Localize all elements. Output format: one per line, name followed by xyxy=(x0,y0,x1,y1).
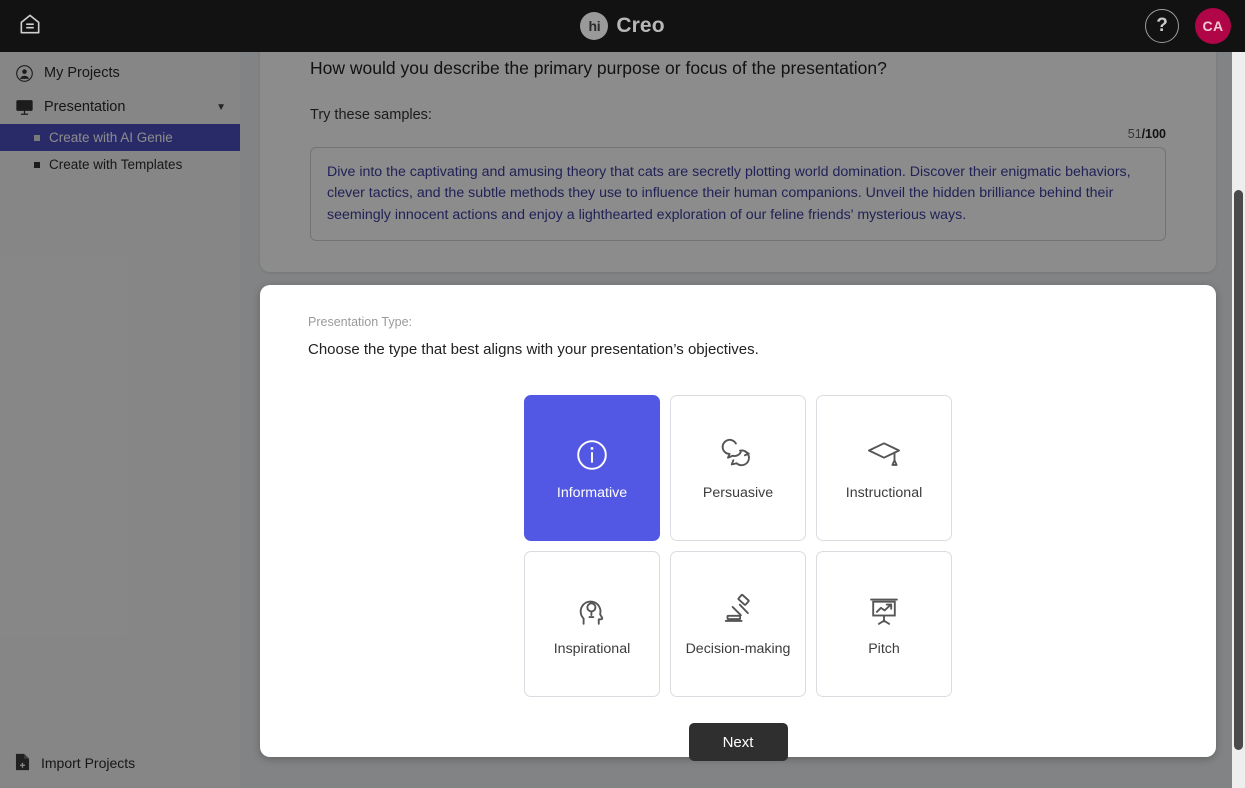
sidebar-item-label: Presentation xyxy=(44,99,126,115)
sample-text-box[interactable]: Dive into the captivating and amusing th… xyxy=(310,147,1166,241)
sidebar-item-presentation[interactable]: Presentation ▼ xyxy=(0,90,240,124)
type-option-persuasive[interactable]: Persuasive xyxy=(670,395,806,541)
type-option-label: Inspirational xyxy=(553,641,631,657)
brand-name: Creo xyxy=(616,14,665,37)
type-option-instructional[interactable]: Instructional xyxy=(816,395,952,541)
file-plus-icon xyxy=(14,753,31,774)
prompt-card: How would you describe the primary purpo… xyxy=(260,52,1216,272)
try-samples-label: Try these samples: xyxy=(310,107,432,123)
presentation-type-grid: Informative Persuasive Instructional Ins… xyxy=(308,395,1168,697)
import-projects-label: Import Projects xyxy=(41,755,136,771)
type-option-label: Decision-making xyxy=(685,641,791,657)
type-option-label: Persuasive xyxy=(702,485,774,501)
gavel-icon xyxy=(718,591,758,631)
graduation-cap-icon xyxy=(864,435,904,475)
type-option-inspirational[interactable]: Inspirational xyxy=(524,551,660,697)
character-counter: 51/100 xyxy=(310,127,1166,141)
sidebar-subitem-label: Create with Templates xyxy=(49,157,183,172)
sidebar-subitem-label: Create with AI Genie xyxy=(49,130,173,145)
head-lightbulb-icon xyxy=(572,591,612,631)
home-icon xyxy=(17,11,43,42)
chevron-down-icon[interactable]: ▼ xyxy=(216,102,226,113)
scrollbar-thumb[interactable] xyxy=(1234,190,1243,750)
type-option-pitch[interactable]: Pitch xyxy=(816,551,952,697)
next-button-wrapper: Next xyxy=(308,723,1168,761)
bullet-icon xyxy=(34,161,40,168)
presentation-type-card: Presentation Type: Choose the type that … xyxy=(260,285,1216,761)
user-circle-icon xyxy=(14,63,34,83)
avatar[interactable]: CA xyxy=(1195,8,1231,44)
type-option-label: Instructional xyxy=(845,485,923,501)
chart-board-icon xyxy=(864,591,904,631)
app-root: hi Creo ? CA My Projects Presentation ▼ … xyxy=(0,0,1245,788)
info-circle-icon xyxy=(572,435,612,475)
type-option-decision-making[interactable]: Decision-making xyxy=(670,551,806,697)
sample-text: Dive into the captivating and amusing th… xyxy=(327,164,1131,223)
speech-bubbles-icon xyxy=(718,435,758,475)
type-option-label: Informative xyxy=(556,485,628,501)
prompt-question: How would you describe the primary purpo… xyxy=(310,58,887,78)
help-icon[interactable]: ? xyxy=(1145,9,1179,43)
sidebar-item-create-with-templates[interactable]: Create with Templates xyxy=(0,151,240,178)
presentation-screen-icon xyxy=(14,97,34,117)
type-option-informative[interactable]: Informative xyxy=(524,395,660,541)
help-glyph: ? xyxy=(1156,15,1168,36)
sidebar-item-create-with-ai-genie[interactable]: Create with AI Genie xyxy=(0,124,240,151)
brand-logo: hi Creo xyxy=(0,0,1245,52)
sidebar: My Projects Presentation ▼ Create with A… xyxy=(0,52,240,788)
presentation-type-subtitle: Choose the type that best aligns with yo… xyxy=(308,341,759,358)
import-projects-button[interactable]: Import Projects xyxy=(0,748,240,778)
next-button[interactable]: Next xyxy=(688,723,788,761)
counter-max: /100 xyxy=(1141,127,1166,141)
presentation-type-label: Presentation Type: xyxy=(308,315,413,329)
brand-badge: hi xyxy=(580,12,609,40)
sidebar-item-my-projects[interactable]: My Projects xyxy=(0,56,240,90)
top-bar: hi Creo ? CA xyxy=(0,0,1245,52)
type-option-label: Pitch xyxy=(868,641,900,657)
home-button[interactable] xyxy=(10,6,50,46)
bullet-icon xyxy=(34,134,40,141)
sidebar-item-label: My Projects xyxy=(44,65,120,81)
counter-current: 51 xyxy=(1127,127,1142,141)
